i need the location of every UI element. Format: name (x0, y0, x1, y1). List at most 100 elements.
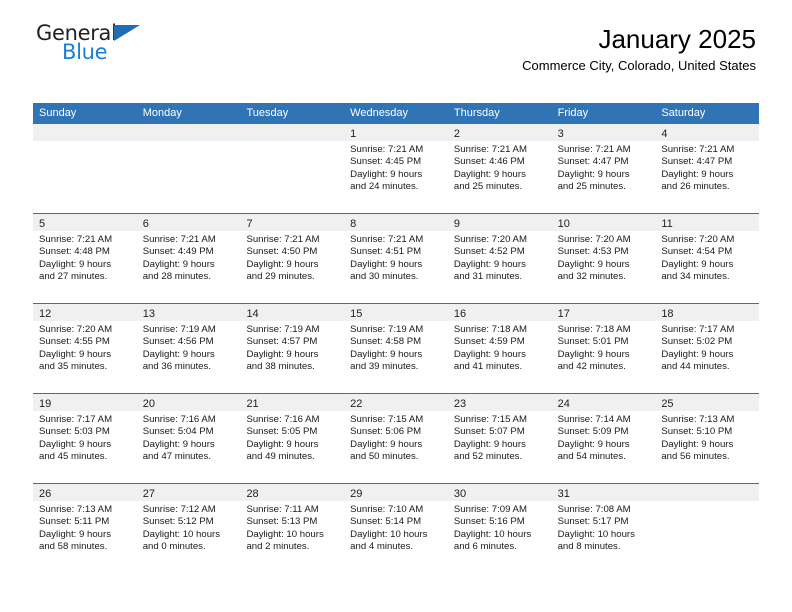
calendar-day-cell[interactable]: 25 Sunrise: 7:13 AM Sunset: 5:10 PM Dayligh… (655, 394, 760, 483)
calendar-day-cell[interactable]: 4 Sunrise: 7:21 AM Sunset: 4:47 PM Daylight… (655, 124, 760, 213)
day-details: Sunrise: 7:21 AM Sunset: 4:51 PM Daylight:… (344, 231, 448, 284)
day-details: Sunrise: 7:21 AM Sunset: 4:47 PM Daylight:… (552, 141, 656, 194)
calendar-day-cell[interactable]: 23 Sunrise: 7:15 AM Sunset: 5:07 PM Dayligh… (447, 394, 552, 483)
daylight-text-line2: and 35 minutes. (39, 361, 108, 373)
day-details: Sunrise: 7:19 AM Sunset: 4:58 PM Daylight:… (344, 321, 448, 374)
day-details: Sunrise: 7:10 AM Sunset: 5:14 PM Daylight:… (344, 501, 448, 554)
day-details: Sunrise: 7:21 AM Sunset: 4:49 PM Daylight:… (137, 231, 241, 284)
calendar-day-cell[interactable]: 28 Sunrise: 7:11 AM Sunset: 5:13 PM Dayligh… (240, 484, 345, 573)
calendar-day-cell[interactable]: 2 Sunrise: 7:21 AM Sunset: 4:46 PM Daylight… (447, 124, 552, 213)
calendar-day-cell[interactable]: 19 Sunrise: 7:17 AM Sunset: 5:03 PM Dayligh… (33, 394, 137, 483)
day-number-band: 28 (240, 484, 345, 501)
day-details: Sunrise: 7:12 AM Sunset: 5:12 PM Daylight:… (137, 501, 241, 554)
daylight-text-line2: and 32 minutes. (557, 271, 626, 283)
sunrise-text: Sunrise: 7:10 AM (350, 504, 424, 515)
calendar-day-cell[interactable]: 30 Sunrise: 7:09 AM Sunset: 5:16 PM Dayligh… (447, 484, 552, 573)
day-number: 1 (350, 128, 357, 140)
calendar-day-cell[interactable]: 21 Sunrise: 7:16 AM Sunset: 5:05 PM Dayligh… (240, 394, 345, 483)
daylight-text-line2: and 49 minutes. (246, 451, 315, 463)
calendar-day-cell[interactable]: 27 Sunrise: 7:12 AM Sunset: 5:12 PM Dayligh… (136, 484, 241, 573)
day-number-band: 17 (551, 304, 656, 321)
daylight-text-line1: Daylight: 9 hours (39, 348, 111, 360)
daylight-text-line1: Daylight: 9 hours (142, 438, 215, 450)
sunset-text: Sunset: 4:47 PM (557, 156, 629, 168)
weekday-monday: Monday (142, 107, 182, 119)
sunrise-text: Sunrise: 7:17 AM (39, 414, 113, 425)
daylight-text-line1: Daylight: 9 hours (350, 438, 423, 450)
calendar-day-cell[interactable]: 5 Sunrise: 7:21 AM Sunset: 4:48 PM Daylight… (33, 214, 137, 303)
calendar-week-row: 26 Sunrise: 7:13 AM Sunset: 5:11 PM Dayligh… (33, 483, 760, 573)
sunrise-text: Sunrise: 7:17 AM (661, 324, 735, 335)
calendar-day-cell[interactable]: 29 Sunrise: 7:10 AM Sunset: 5:14 PM Dayligh… (344, 484, 448, 573)
daylight-text-line2: and 38 minutes. (246, 361, 315, 373)
calendar-day-cell[interactable]: 6 Sunrise: 7:21 AM Sunset: 4:49 PM Daylight… (136, 214, 241, 303)
calendar-page: General Blue January 2025 Commerce City,… (0, 0, 792, 612)
day-number-band: 23 (447, 394, 552, 411)
day-number: 19 (39, 398, 52, 410)
day-details: Sunrise: 7:08 AM Sunset: 5:17 PM Daylight:… (552, 501, 656, 554)
day-details: Sunrise: 7:15 AM Sunset: 5:07 PM Daylight:… (448, 411, 552, 464)
calendar-grid: Sunday Monday Tuesday Wednesday Thursday… (33, 103, 760, 573)
calendar-day-cell[interactable]: 8 Sunrise: 7:21 AM Sunset: 4:51 PM Daylight… (344, 214, 448, 303)
sunset-text: Sunset: 4:54 PM (661, 246, 733, 258)
day-number-band: 24 (551, 394, 656, 411)
sunset-text: Sunset: 4:56 PM (142, 336, 214, 348)
sunset-text: Sunset: 5:05 PM (246, 426, 318, 438)
daylight-text-line1: Daylight: 9 hours (350, 258, 423, 270)
calendar-day-cell[interactable]: 3 Sunrise: 7:21 AM Sunset: 4:47 PM Daylight… (551, 124, 656, 213)
sunset-text: Sunset: 5:07 PM (453, 426, 525, 438)
sunrise-text: Sunrise: 7:21 AM (350, 144, 424, 155)
day-number-band: 16 (447, 304, 552, 321)
daylight-text-line1: Daylight: 9 hours (557, 438, 630, 450)
day-number-band: 4 (655, 124, 760, 141)
sunrise-text: Sunrise: 7:20 AM (661, 234, 735, 245)
day-number: 16 (453, 308, 467, 320)
sunset-text: Sunset: 5:13 PM (246, 516, 318, 528)
day-number: 11 (661, 218, 673, 230)
day-number: 30 (453, 488, 467, 500)
calendar-day-cell-empty (136, 124, 241, 213)
sunset-text: Sunset: 4:50 PM (246, 246, 318, 258)
calendar-day-cell[interactable]: 15 Sunrise: 7:19 AM Sunset: 4:58 PM Dayligh… (344, 304, 448, 393)
day-number-band: 22 (344, 394, 448, 411)
calendar-day-cell[interactable]: 12 Sunrise: 7:20 AM Sunset: 4:55 PM Dayligh… (33, 304, 137, 393)
calendar-day-cell[interactable]: 26 Sunrise: 7:13 AM Sunset: 5:11 PM Dayligh… (33, 484, 137, 573)
calendar-day-cell[interactable]: 24 Sunrise: 7:14 AM Sunset: 5:09 PM Dayligh… (551, 394, 656, 483)
day-details: Sunrise: 7:11 AM Sunset: 5:13 PM Daylight:… (240, 501, 344, 554)
day-number-band: 14 (240, 304, 345, 321)
day-number-band: 5 (33, 214, 137, 231)
calendar-day-cell[interactable]: 9 Sunrise: 7:20 AM Sunset: 4:52 PM Daylight… (447, 214, 552, 303)
sunset-text: Sunset: 4:55 PM (39, 336, 110, 348)
calendar-day-cell[interactable]: 22 Sunrise: 7:15 AM Sunset: 5:06 PM Dayligh… (344, 394, 448, 483)
sunrise-text: Sunrise: 7:16 AM (142, 414, 216, 425)
sunset-text: Sunset: 5:04 PM (142, 426, 214, 438)
sunrise-text: Sunrise: 7:19 AM (246, 324, 320, 335)
calendar-day-cell[interactable]: 7 Sunrise: 7:21 AM Sunset: 4:50 PM Daylight… (240, 214, 345, 303)
calendar-day-cell[interactable]: 13 Sunrise: 7:19 AM Sunset: 4:56 PM Dayligh… (136, 304, 241, 393)
daylight-text-line2: and 39 minutes. (350, 361, 419, 373)
calendar-day-cell[interactable]: 10 Sunrise: 7:20 AM Sunset: 4:53 PM Dayligh… (551, 214, 656, 303)
day-number: 29 (350, 488, 363, 500)
calendar-day-cell[interactable]: 1 Sunrise: 7:21 AM Sunset: 4:45 PM Daylight… (344, 124, 448, 213)
calendar-day-cell[interactable]: 16 Sunrise: 7:18 AM Sunset: 4:59 PM Dayligh… (447, 304, 552, 393)
daylight-text-line1: Daylight: 9 hours (142, 348, 215, 360)
day-number: 28 (246, 488, 259, 500)
calendar-day-cell[interactable]: 20 Sunrise: 7:16 AM Sunset: 5:04 PM Dayligh… (136, 394, 241, 483)
day-number: 14 (246, 308, 259, 320)
calendar-day-cell[interactable]: 18 Sunrise: 7:17 AM Sunset: 5:02 PM Dayligh… (655, 304, 760, 393)
calendar-day-cell[interactable]: 14 Sunrise: 7:19 AM Sunset: 4:57 PM Dayligh… (240, 304, 345, 393)
sunset-text: Sunset: 4:58 PM (350, 336, 422, 348)
day-number: 2 (453, 128, 460, 140)
day-number-band: 13 (136, 304, 241, 321)
day-number: 20 (142, 398, 155, 410)
sunrise-text: Sunrise: 7:20 AM (39, 324, 113, 335)
weekday-wednesday: Wednesday (350, 107, 409, 119)
calendar-day-cell[interactable]: 31 Sunrise: 7:08 AM Sunset: 5:17 PM Dayligh… (551, 484, 656, 573)
calendar-week-row: 1 Sunrise: 7:21 AM Sunset: 4:45 PM Daylight… (33, 124, 760, 213)
calendar-day-cell[interactable]: 11 Sunrise: 7:20 AM Sunset: 4:54 PM Dayligh… (655, 214, 760, 303)
day-number-band: 8 (344, 214, 448, 231)
daylight-text-line2: and 0 minutes. (142, 541, 206, 553)
daylight-text-line2: and 29 minutes. (246, 271, 315, 283)
calendar-day-cell[interactable]: 17 Sunrise: 7:18 AM Sunset: 5:01 PM Dayligh… (551, 304, 656, 393)
generalblue-logo[interactable]: General Blue (36, 22, 156, 68)
